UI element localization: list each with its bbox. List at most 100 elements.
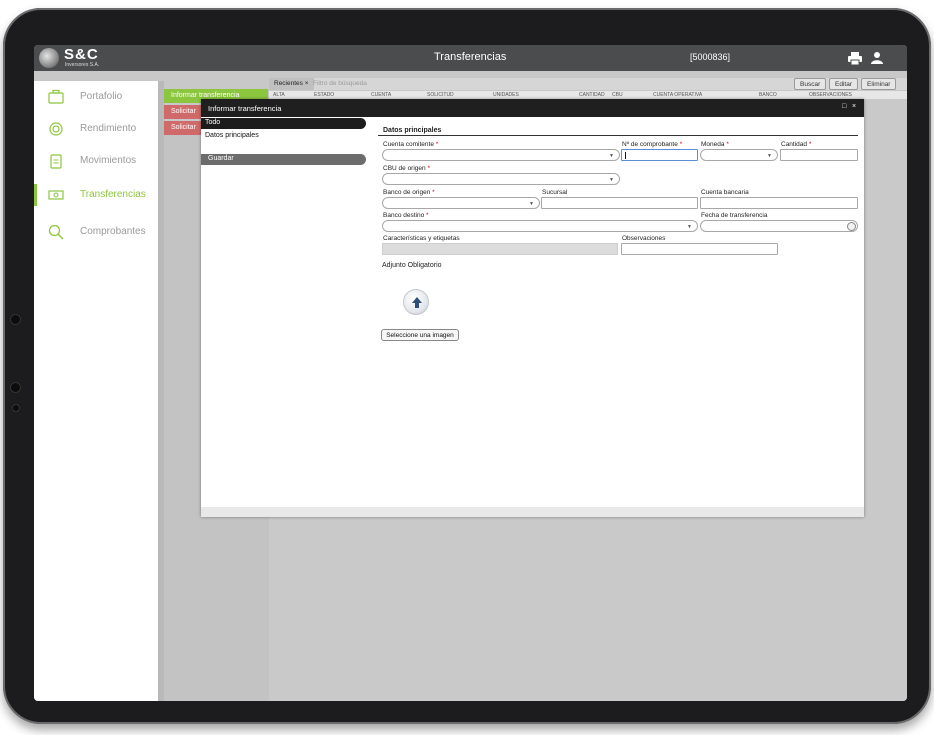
column-header[interactable]: ALTA — [273, 92, 285, 98]
attachment-label: Adjunto Obligatorio — [382, 262, 442, 269]
dialog-footer — [201, 507, 864, 517]
sidebar-item-label: Rendimiento — [80, 123, 137, 134]
calendar-icon[interactable] — [847, 222, 856, 231]
column-header[interactable]: ESTADO — [314, 92, 334, 98]
section-divider — [378, 135, 858, 136]
required-mark: * — [435, 141, 439, 148]
cbu-origen-select[interactable]: ▼ — [382, 173, 620, 185]
chevron-down-icon: ▼ — [529, 201, 534, 207]
tablet-frame: S&C Inversores S.A. Transferencias [5000… — [3, 8, 931, 724]
dialog-titlebar: Informar transferencia □ × — [201, 99, 864, 117]
cuenta-bancaria-field[interactable] — [700, 197, 858, 209]
field-label: Moneda * — [701, 141, 729, 148]
column-header[interactable]: SOLICITUD — [427, 92, 454, 98]
maximize-icon[interactable]: □ — [842, 103, 846, 110]
column-header[interactable]: CUENTA OPERATIVA — [653, 92, 702, 98]
column-header[interactable]: UNIDADES — [493, 92, 519, 98]
fecha-transferencia-field[interactable] — [700, 220, 858, 232]
editar-button[interactable]: Editar — [829, 78, 858, 90]
dialog-title: Informar transferencia — [208, 104, 282, 113]
banco-origen-select[interactable]: ▼ — [382, 197, 540, 209]
column-header[interactable]: CBU — [612, 92, 623, 98]
logo-icon — [39, 48, 59, 68]
user-icon[interactable] — [869, 50, 885, 66]
field-label: Nº de comprobante * — [622, 141, 682, 148]
label-text: Cuenta comitente — [383, 141, 434, 148]
moneda-select[interactable]: ▼ — [700, 149, 778, 161]
upload-icon[interactable] — [403, 289, 429, 315]
field-label: Banco de origen * — [383, 189, 435, 196]
label-text: Observaciones — [622, 235, 666, 242]
transfer-form: Datos principales Cuenta comitente * ▼ N… — [378, 117, 858, 507]
select-image-button[interactable]: Seleccione una imagen — [381, 329, 459, 341]
table-header: ALTA ESTADO CUENTA SOLICITUD UNIDADES CA… — [269, 91, 907, 99]
cantidad-field[interactable] — [780, 149, 858, 161]
tab-todo[interactable]: Todo — [201, 118, 366, 129]
field-label: Cuenta comitente * — [383, 141, 438, 148]
chevron-down-icon: ▼ — [609, 153, 614, 159]
search-input[interactable]: Filtro de búsqueda — [313, 80, 367, 87]
label-text: CBU de origen — [383, 165, 426, 172]
search-icon — [48, 224, 64, 240]
sidebar-item-comprobantes[interactable]: Comprobantes — [34, 219, 158, 247]
sidebar-item-movimientos[interactable]: Movimientos — [34, 148, 158, 176]
label-text: Nº de comprobante — [622, 141, 678, 148]
field-label: Fecha de transferencia — [701, 212, 767, 219]
required-mark: * — [679, 141, 683, 148]
eliminar-button[interactable]: Eliminar — [861, 78, 897, 90]
caracteristicas-field — [382, 243, 618, 255]
chart-ring-icon — [49, 122, 63, 136]
field-label: Sucursal — [542, 189, 567, 196]
sidebar-item-label: Comprobantes — [80, 226, 146, 237]
sidebar-item-label: Transferencias — [80, 189, 146, 200]
text-cursor — [625, 152, 626, 159]
logo-subtext: Inversores S.A. — [65, 62, 100, 68]
sidebar-item-rendimiento[interactable]: Rendimiento — [34, 116, 158, 144]
sidebar-item-label: Portafolio — [80, 91, 123, 102]
column-header[interactable]: CANTIDAD — [579, 92, 605, 98]
label-text: Banco destino — [383, 212, 425, 219]
logo-text: S&C — [64, 46, 99, 63]
chevron-down-icon: ▼ — [767, 153, 772, 159]
required-mark: * — [808, 141, 812, 148]
label-text: Fecha de transferencia — [701, 212, 768, 219]
required-mark: * — [426, 212, 429, 219]
column-header[interactable]: CUENTA — [371, 92, 391, 98]
field-label: CBU de origen * — [383, 165, 430, 172]
label-text: Moneda — [701, 141, 725, 148]
page-title: Transferencias — [434, 51, 507, 63]
sucursal-field[interactable] — [541, 197, 698, 209]
user-id: [5000836] — [690, 52, 731, 62]
arrow-up-icon — [412, 297, 422, 308]
observaciones-field[interactable] — [621, 243, 778, 255]
close-icon[interactable]: × — [852, 103, 856, 110]
print-icon[interactable] — [847, 50, 863, 66]
field-label: Características y etiquetas — [383, 235, 460, 242]
field-label: Cantidad * — [781, 141, 811, 148]
side-button — [10, 382, 21, 393]
dialog-nav: Todo Datos principales Guardar — [201, 117, 367, 507]
nav-link-datos-principales[interactable]: Datos principales — [205, 132, 259, 139]
label-text: Características y etiquetas — [383, 235, 460, 242]
side-button — [12, 404, 20, 412]
sidebar-item-portafolio[interactable]: Portafolio — [34, 84, 158, 112]
banco-destino-select[interactable]: ▼ — [382, 220, 698, 232]
save-button[interactable]: Guardar — [201, 154, 366, 165]
buscar-button[interactable]: Buscar — [794, 78, 827, 90]
nro-comprobante-field[interactable] — [621, 149, 698, 161]
clipboard-icon — [50, 154, 62, 169]
column-header[interactable]: OBSERVACIONES — [809, 92, 852, 98]
recent-tab[interactable]: Recientes × — [269, 78, 314, 90]
column-header[interactable]: BANCO — [759, 92, 777, 98]
sidebar-item-label: Movimientos — [80, 155, 137, 166]
required-mark: * — [726, 141, 729, 148]
label-text: Cuenta bancaria — [701, 189, 749, 196]
label-text: Cantidad — [781, 141, 808, 148]
briefcase-icon — [48, 89, 64, 104]
label-text: Banco de origen — [383, 189, 431, 196]
label-text: Sucursal — [542, 189, 568, 196]
chevron-down-icon: ▼ — [609, 177, 614, 183]
cuenta-comitente-select[interactable]: ▼ — [382, 149, 620, 161]
field-label: Cuenta bancaria — [701, 189, 749, 196]
sidebar-item-transferencias[interactable]: Transferencias — [34, 184, 158, 206]
